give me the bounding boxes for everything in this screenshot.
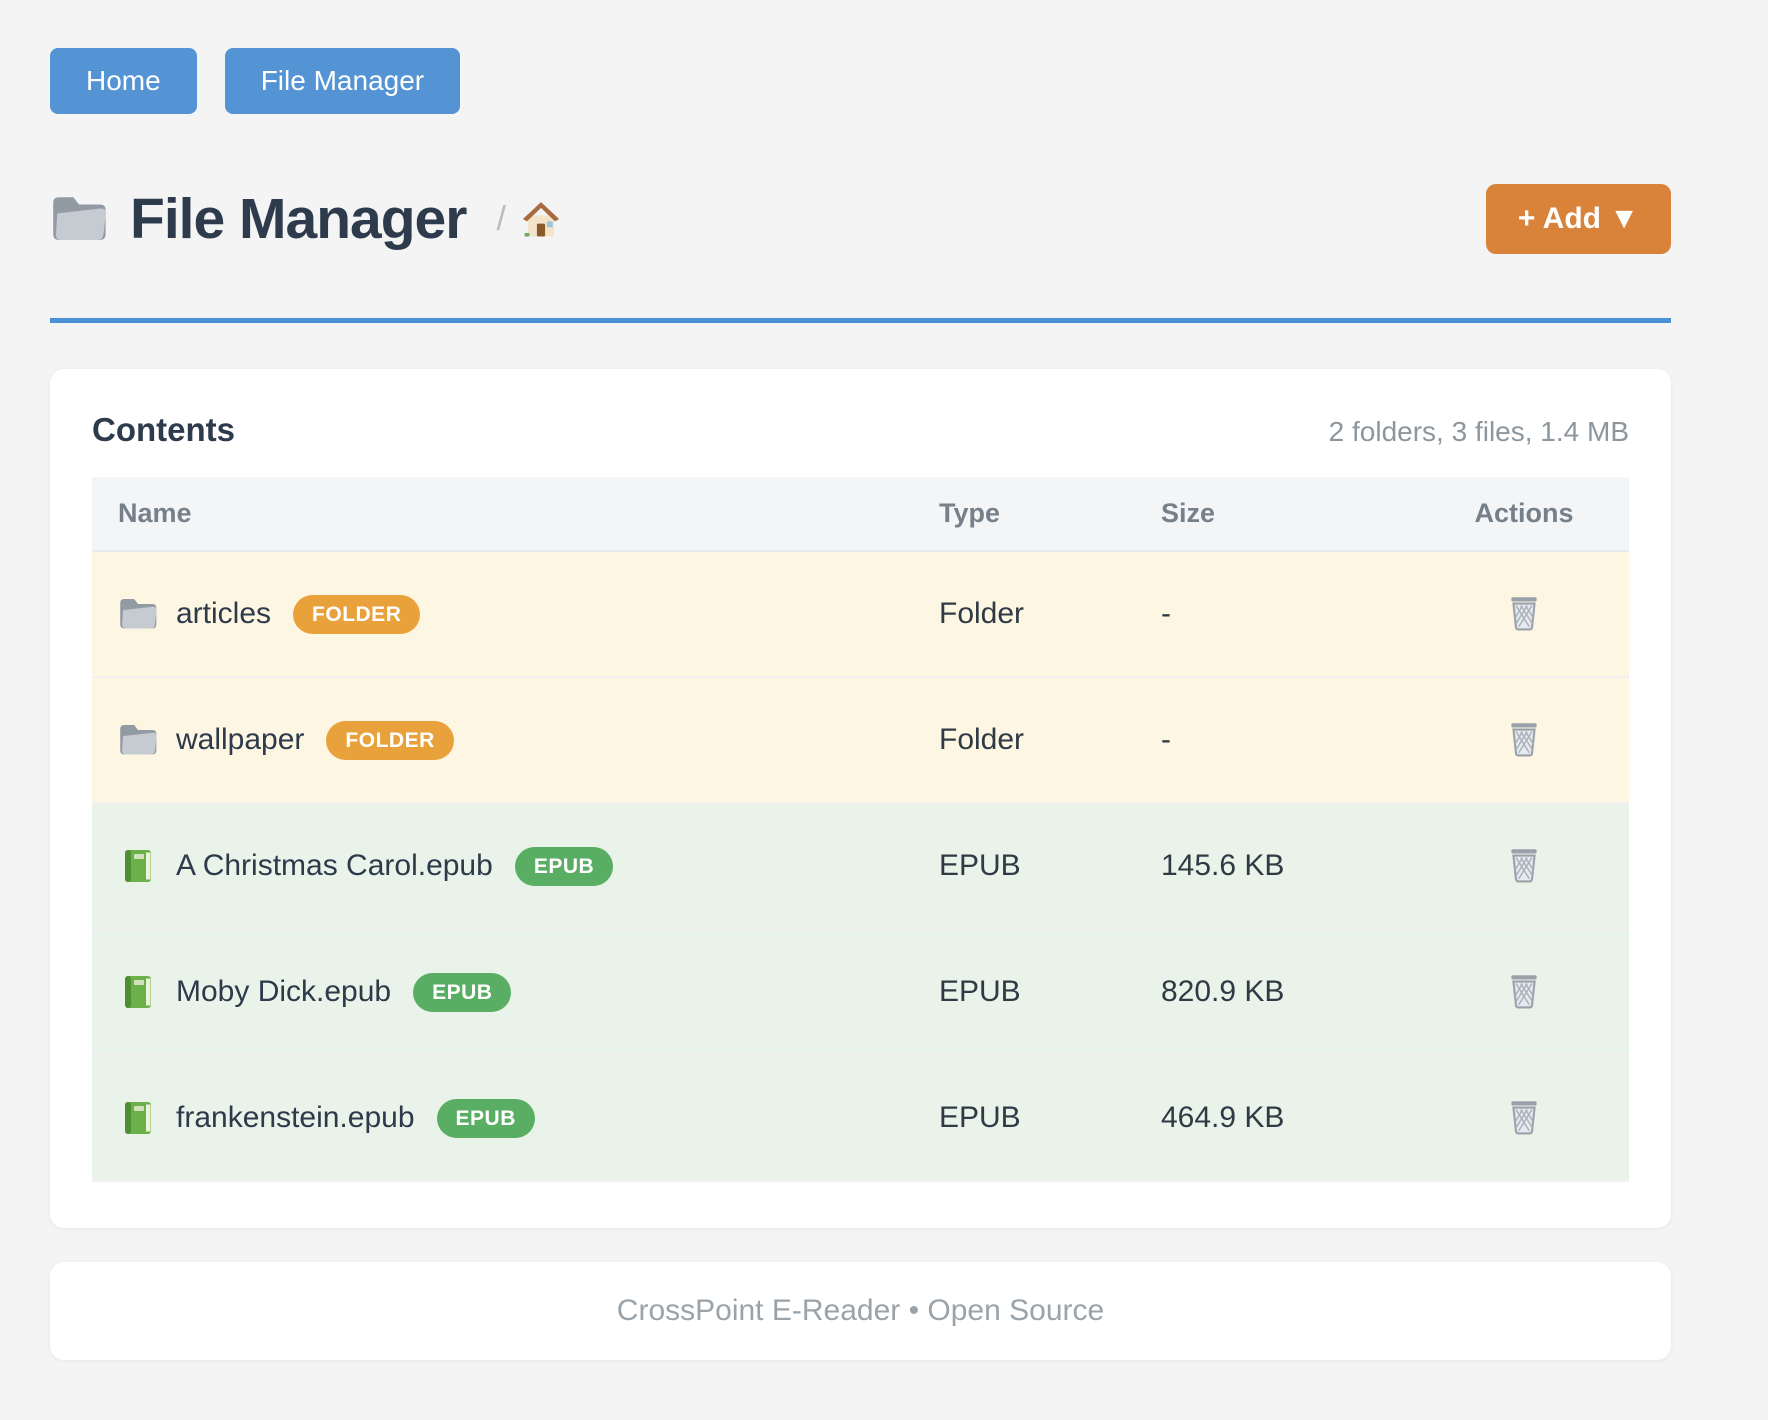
size-cell: - xyxy=(1161,551,1419,677)
table-header-row: Name Type Size Actions xyxy=(92,477,1629,551)
folder-link[interactable]: wallpaper xyxy=(176,723,304,757)
type-cell: EPUB xyxy=(939,803,1161,929)
nav-home-button[interactable]: Home xyxy=(50,48,197,114)
add-button[interactable]: + Add ▼ xyxy=(1486,184,1671,254)
type-cell: EPUB xyxy=(939,1055,1161,1181)
delete-button[interactable] xyxy=(1502,589,1546,635)
footer: CrossPoint E-Reader • Open Source xyxy=(50,1262,1671,1360)
folder-icon xyxy=(118,596,158,632)
table-row: wallpaper FOLDER Folder - xyxy=(92,677,1629,803)
page: Home File Manager File Manager / + Add xyxy=(0,0,1768,1420)
breadcrumb-separator: / xyxy=(496,200,505,239)
green-book-icon xyxy=(118,848,158,884)
column-header-type: Type xyxy=(939,477,1161,551)
delete-button[interactable] xyxy=(1502,1093,1546,1139)
size-cell: 820.9 KB xyxy=(1161,929,1419,1055)
title-wrap: File Manager / xyxy=(50,186,562,252)
delete-button[interactable] xyxy=(1502,967,1546,1013)
epub-badge: EPUB xyxy=(437,1099,535,1138)
nav-file-manager-button[interactable]: File Manager xyxy=(225,48,460,114)
type-cell: Folder xyxy=(939,551,1161,677)
delete-button[interactable] xyxy=(1502,841,1546,887)
epub-badge: EPUB xyxy=(515,847,613,886)
file-table: Name Type Size Actions articles xyxy=(92,477,1629,1182)
column-header-actions: Actions xyxy=(1419,477,1629,551)
folder-link[interactable]: articles xyxy=(176,597,271,631)
trash-icon xyxy=(1506,1097,1542,1135)
table-row: A Christmas Carol.epub EPUB EPUB 145.6 K… xyxy=(92,803,1629,929)
delete-button[interactable] xyxy=(1502,715,1546,761)
green-book-icon xyxy=(118,974,158,1010)
top-nav: Home File Manager xyxy=(50,48,1671,114)
breadcrumb: / xyxy=(496,199,561,239)
page-title: File Manager xyxy=(130,186,466,252)
file-link[interactable]: Moby Dick.epub xyxy=(176,975,391,1009)
folder-icon xyxy=(118,722,158,758)
folder-icon xyxy=(50,193,108,245)
folder-badge: FOLDER xyxy=(326,721,453,760)
size-cell: 464.9 KB xyxy=(1161,1055,1419,1181)
contents-card-head: Contents 2 folders, 3 files, 1.4 MB xyxy=(92,411,1629,449)
page-header: File Manager / + Add ▼ xyxy=(50,184,1671,254)
size-cell: 145.6 KB xyxy=(1161,803,1419,929)
contents-card: Contents 2 folders, 3 files, 1.4 MB Name… xyxy=(50,369,1671,1228)
epub-badge: EPUB xyxy=(413,973,511,1012)
column-header-size: Size xyxy=(1161,477,1419,551)
column-header-name: Name xyxy=(92,477,939,551)
table-row: articles FOLDER Folder - xyxy=(92,551,1629,677)
trash-icon xyxy=(1506,719,1542,757)
contents-title: Contents xyxy=(92,411,235,449)
file-link[interactable]: frankenstein.epub xyxy=(176,1101,415,1135)
type-cell: EPUB xyxy=(939,929,1161,1055)
type-cell: Folder xyxy=(939,677,1161,803)
home-icon[interactable] xyxy=(520,199,562,239)
table-row: Moby Dick.epub EPUB EPUB 820.9 KB xyxy=(92,929,1629,1055)
contents-summary: 2 folders, 3 files, 1.4 MB xyxy=(1329,416,1629,448)
footer-text: CrossPoint E-Reader • Open Source xyxy=(617,1294,1104,1327)
green-book-icon xyxy=(118,1100,158,1136)
folder-badge: FOLDER xyxy=(293,595,420,634)
table-row: frankenstein.epub EPUB EPUB 464.9 KB xyxy=(92,1055,1629,1181)
title-divider xyxy=(50,318,1671,323)
size-cell: - xyxy=(1161,677,1419,803)
trash-icon xyxy=(1506,971,1542,1009)
file-link[interactable]: A Christmas Carol.epub xyxy=(176,849,493,883)
trash-icon xyxy=(1506,593,1542,631)
trash-icon xyxy=(1506,845,1542,883)
